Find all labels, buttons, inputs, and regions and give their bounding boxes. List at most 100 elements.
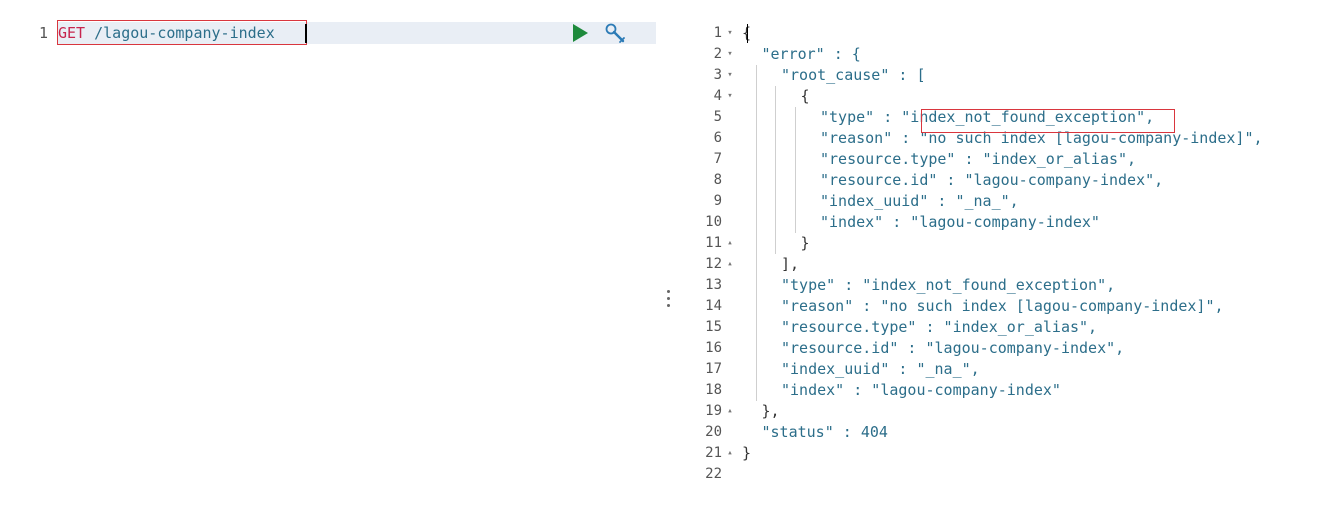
line-number: 5 <box>713 109 722 125</box>
response-line: 19 ▴}, <box>684 401 1327 422</box>
json-punctuation: } <box>800 234 810 252</box>
code-text: "index" : "lagou-company-index" <box>781 380 1061 401</box>
response-line: 4 ▾ { <box>684 86 1327 107</box>
code-text: "root_cause" : [ <box>781 65 926 86</box>
line-number: 12 <box>705 256 722 272</box>
code-text: }, <box>762 401 780 422</box>
code-text: "index" : "lagou-company-index" <box>820 212 1100 233</box>
line-number: 16 <box>705 340 722 356</box>
json-value: : "lagou-company-index", <box>898 339 1125 357</box>
response-line: 10 "index" : "lagou-company-index" <box>684 212 1327 233</box>
pane-splitter[interactable] <box>656 0 684 509</box>
code-text: "reason" : "no such index [lagou-company… <box>781 296 1224 317</box>
code-text: "status" : 404 <box>762 422 888 443</box>
response-line: 13 "type" : "index_not_found_exception", <box>684 275 1327 296</box>
indent-guide <box>755 65 757 401</box>
json-value: : "index_not_found_exception", <box>835 276 1116 294</box>
json-punctuation: ], <box>781 255 800 273</box>
response-line: 3 ▾ "root_cause" : [ <box>684 65 1327 86</box>
json-key: "index_uuid" <box>781 360 890 378</box>
json-key: "type" <box>820 108 875 126</box>
json-key: "resource.id" <box>820 171 938 189</box>
line-number: 10 <box>705 214 722 230</box>
code-text: "resource.type" : "index_or_alias", <box>781 317 1097 338</box>
code-text: } <box>742 443 751 464</box>
line-number: 15 <box>705 319 722 335</box>
json-key: "reason" <box>781 297 854 315</box>
bracket-cursor <box>747 24 748 43</box>
fold-expand-icon[interactable]: ▴ <box>724 443 736 464</box>
response-line: 9 "index_uuid" : "_na_", <box>684 191 1327 212</box>
json-punctuation: { <box>800 87 810 105</box>
code-text: } <box>801 233 810 254</box>
response-line: 17 "index_uuid" : "_na_", <box>684 359 1327 380</box>
response-line: 12 ▴], <box>684 254 1327 275</box>
fold-collapse-icon[interactable]: ▾ <box>724 65 736 86</box>
line-number: 21 <box>705 445 722 461</box>
response-line: 18 "index" : "lagou-company-index" <box>684 380 1327 401</box>
response-line: 11 ▴} <box>684 233 1327 254</box>
json-key: "status" <box>761 423 834 441</box>
json-punctuation: } <box>742 444 752 462</box>
response-line: 20 "status" : 404 <box>684 422 1327 443</box>
json-key: "reason" <box>820 129 893 147</box>
code-text: "resource.type" : "index_or_alias", <box>820 149 1136 170</box>
code-text: "resource.id" : "lagou-company-index", <box>781 338 1124 359</box>
line-number: 13 <box>705 277 722 293</box>
request-gutter: 1 <box>0 0 58 509</box>
response-line: 21 ▴} <box>684 443 1327 464</box>
json-key: "resource.type" <box>820 150 956 168</box>
fold-collapse-icon[interactable]: ▾ <box>724 23 736 44</box>
code-text: "index_uuid" : "_na_", <box>781 359 980 380</box>
line-number: 18 <box>705 382 722 398</box>
line-number: 1 <box>38 24 48 42</box>
json-value: : "_na_", <box>928 192 1019 210</box>
code-text: ], <box>781 254 799 275</box>
json-key: "index" <box>781 381 845 399</box>
json-value: : "lagou-company-index", <box>937 171 1164 189</box>
line-number: 4 <box>713 88 722 104</box>
request-editor[interactable]: 1 GET /lagou-company-index <box>0 0 656 509</box>
line-number: 17 <box>705 361 722 377</box>
line-number: 3 <box>713 67 722 83</box>
line-number: 2 <box>713 46 722 62</box>
code-text: "index_uuid" : "_na_", <box>820 191 1019 212</box>
response-line: 1▾{ <box>684 23 1327 44</box>
json-value: : "no such index [lagou-company-index]", <box>853 297 1224 315</box>
response-line: 22 <box>684 464 1327 485</box>
response-line: 16 "resource.id" : "lagou-company-index", <box>684 338 1327 359</box>
play-icon[interactable] <box>573 24 588 42</box>
text-cursor <box>305 24 307 43</box>
line-number: 8 <box>713 172 722 188</box>
json-value: : 404 <box>833 423 888 441</box>
fold-expand-icon[interactable]: ▴ <box>724 401 736 422</box>
json-value: : "lagou-company-index" <box>844 381 1061 399</box>
response-line: 15 "resource.type" : "index_or_alias", <box>684 317 1327 338</box>
response-line: 8 "resource.id" : "lagou-company-index", <box>684 170 1327 191</box>
fold-collapse-icon[interactable]: ▾ <box>724 86 736 107</box>
indent-guide <box>775 86 776 254</box>
json-value: : "_na_", <box>889 360 980 378</box>
line-number: 7 <box>713 151 722 167</box>
json-value: : { <box>824 45 861 63</box>
response-viewer[interactable]: 1▾{2▾"error" : {3▾"root_cause" : [4▾{5"t… <box>684 0 1327 509</box>
wrench-icon[interactable] <box>604 22 628 46</box>
line-number: 22 <box>705 466 722 482</box>
code-text: { <box>801 86 810 107</box>
json-key: "error" <box>761 45 825 63</box>
code-text: "type" : "index_not_found_exception", <box>781 275 1115 296</box>
line-number: 6 <box>713 130 722 146</box>
line-number: 20 <box>705 424 722 440</box>
response-line: 14 "reason" : "no such index [lagou-compa… <box>684 296 1327 317</box>
fold-expand-icon[interactable]: ▴ <box>724 254 736 275</box>
json-key: "resource.id" <box>781 339 899 357</box>
json-punctuation: }, <box>761 402 780 420</box>
indent-guide <box>794 107 796 233</box>
response-line: 2 ▾ "error" : { <box>684 44 1327 65</box>
json-value: : "index_or_alias", <box>916 318 1098 336</box>
fold-expand-icon[interactable]: ▴ <box>724 233 736 254</box>
json-key: "type" <box>781 276 836 294</box>
line-number: 19 <box>705 403 722 419</box>
fold-collapse-icon[interactable]: ▾ <box>724 44 736 65</box>
request-highlight-box <box>57 20 307 45</box>
